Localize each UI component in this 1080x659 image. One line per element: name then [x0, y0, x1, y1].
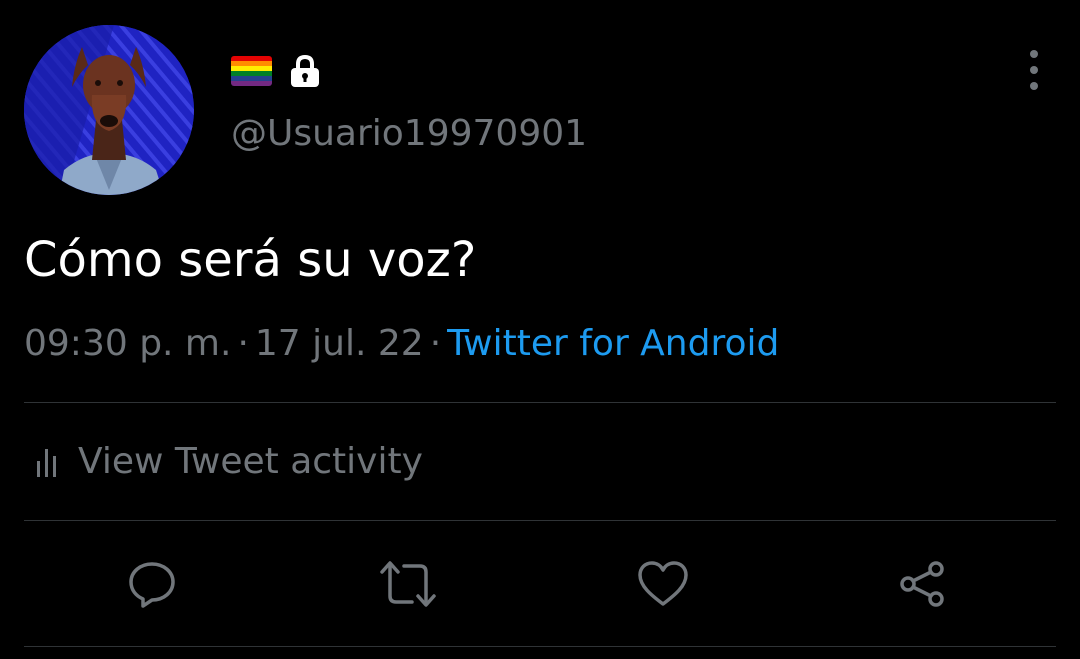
- tweet-text: Cómo será su voz?: [24, 232, 477, 288]
- reply-button[interactable]: [122, 548, 182, 620]
- view-tweet-activity-label: View Tweet activity: [78, 441, 423, 482]
- tweet-detail: @Usuario19970901 Cómo será su voz? 09:30…: [0, 0, 1080, 659]
- divider: [24, 402, 1056, 403]
- lock-icon: [291, 54, 319, 87]
- meta-separator: ·: [429, 323, 442, 364]
- like-button[interactable]: [633, 548, 693, 620]
- more-dot-icon: [1030, 66, 1038, 74]
- user-handle[interactable]: @Usuario19970901: [231, 110, 587, 158]
- more-options-button[interactable]: [1016, 50, 1052, 90]
- divider: [24, 646, 1056, 647]
- retweet-icon: [380, 561, 436, 607]
- tweet-date: 17 jul. 22: [254, 323, 424, 364]
- reply-icon: [129, 562, 175, 608]
- avatar[interactable]: [24, 25, 194, 195]
- user-name-row: [231, 54, 323, 88]
- tweet-actions-bar: [0, 548, 1080, 620]
- share-button[interactable]: [892, 548, 952, 620]
- divider: [24, 520, 1056, 521]
- more-dot-icon: [1030, 50, 1038, 58]
- share-icon: [900, 561, 944, 607]
- bar-chart-icon: [37, 449, 56, 477]
- rainbow-flag-icon: [231, 56, 272, 86]
- tweet-meta: 09:30 p. m. · 17 jul. 22 · Twitter for Andro…: [24, 320, 779, 368]
- more-dot-icon: [1030, 82, 1038, 90]
- retweet-button[interactable]: [378, 548, 438, 620]
- heart-icon: [638, 561, 688, 606]
- tweet-source-link[interactable]: Twitter for Android: [447, 323, 779, 364]
- tweet-time: 09:30 p. m.: [24, 323, 232, 364]
- meta-separator: ·: [237, 323, 249, 364]
- doberman-avatar-icon: [24, 25, 194, 195]
- view-tweet-activity-button[interactable]: View Tweet activity: [34, 438, 423, 486]
